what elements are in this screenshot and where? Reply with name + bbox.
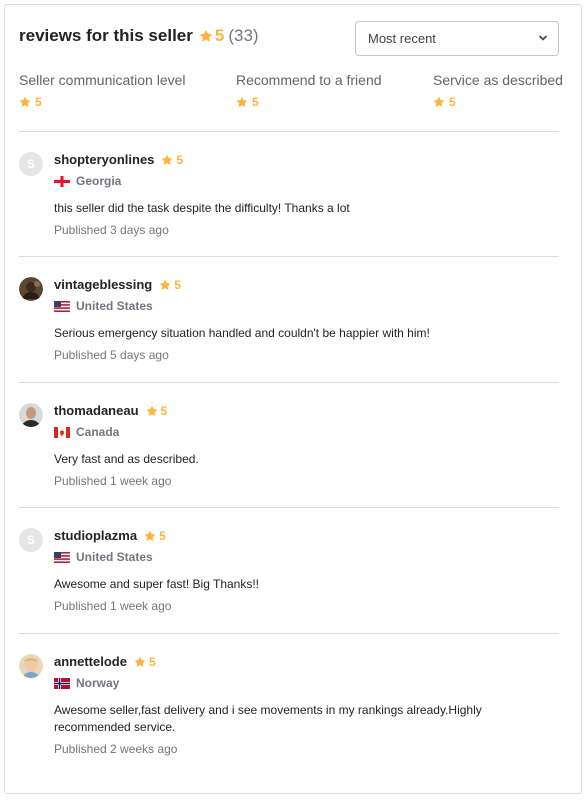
review-text: Very fast and as described. <box>54 452 199 466</box>
norway-flag-icon <box>54 677 70 689</box>
star-icon <box>19 96 31 107</box>
reviews-header: reviews for this seller 5 (33) <box>19 26 259 46</box>
reviewer-country: Norway <box>76 676 120 690</box>
review-text: Awesome seller,fast delivery and i see m… <box>54 703 482 734</box>
divider <box>19 633 559 634</box>
review-date: Published 3 days ago <box>54 223 169 237</box>
review-date: Published 2 weeks ago <box>54 742 178 756</box>
star-icon <box>144 530 156 541</box>
star-icon <box>159 279 171 290</box>
review-score: 5 <box>159 528 166 543</box>
reviewer-username[interactable]: annettelode <box>54 654 127 669</box>
review-count: (33) <box>228 26 259 45</box>
review-score: 5 <box>176 152 184 167</box>
rating-value: 5 <box>449 95 456 109</box>
star-icon <box>146 405 157 416</box>
canada-flag-icon <box>54 426 70 438</box>
sort-dropdown[interactable]: Most recent <box>355 21 559 56</box>
review-text: Serious emergency situation handled and … <box>54 326 430 340</box>
avatar[interactable]: S <box>19 152 43 176</box>
review-score: 5 <box>174 277 181 292</box>
star-icon <box>236 96 248 107</box>
star-icon <box>162 154 173 165</box>
star-icon <box>199 29 213 42</box>
rating-label: Seller communication level <box>19 72 186 88</box>
reviewer-country: United States <box>76 550 153 564</box>
review-text: this seller did the task despite the dif… <box>54 201 350 215</box>
georgia-flag-icon <box>54 175 70 187</box>
reviewer-country: United States <box>76 299 153 313</box>
review-score: 5 <box>148 654 156 669</box>
review-text: Awesome and super fast! Big Thanks!! <box>54 577 260 591</box>
rating-recommend: Recommend to a friend 5 <box>236 72 382 109</box>
star-icon <box>134 656 146 667</box>
rating-label: Recommend to a friend <box>236 72 382 88</box>
rating-breakdown: Seller communication level 5 Recommend t… <box>19 72 588 112</box>
reviewer-username[interactable]: thomadaneau <box>54 403 139 418</box>
avatar[interactable] <box>19 654 43 678</box>
reviewer-username[interactable]: studioplazma <box>54 528 137 543</box>
avatar[interactable] <box>19 277 43 301</box>
reviews-title: reviews for this seller <box>19 26 193 45</box>
rating-service: Service as described 5 <box>433 72 563 109</box>
rating-label: Service as described <box>433 72 563 88</box>
reviewer-country: Canada <box>76 425 120 439</box>
divider <box>19 131 559 132</box>
chevron-down-icon <box>538 35 548 41</box>
star-icon <box>433 96 445 107</box>
overall-score: 5 <box>214 26 225 45</box>
divider <box>19 256 559 257</box>
us-flag-icon <box>54 300 70 312</box>
avatar[interactable]: S <box>19 528 43 552</box>
divider <box>19 382 559 383</box>
reviewer-username[interactable]: shopteryonlines <box>54 152 154 167</box>
divider <box>19 507 559 508</box>
reviewer-username[interactable]: vintageblessing <box>54 277 152 292</box>
us-flag-icon <box>54 551 70 563</box>
rating-value: 5 <box>252 95 259 109</box>
avatar[interactable] <box>19 403 43 427</box>
review-score: 5 <box>160 403 168 418</box>
reviewer-country: Georgia <box>76 174 122 188</box>
review-date: Published 5 days ago <box>54 348 169 362</box>
rating-value: 5 <box>35 95 42 109</box>
rating-communication: Seller communication level 5 <box>19 72 186 109</box>
review-date: Published 1 week ago <box>54 474 172 488</box>
review-date: Published 1 week ago <box>54 599 172 613</box>
sort-selected-label: Most recent <box>368 31 436 46</box>
